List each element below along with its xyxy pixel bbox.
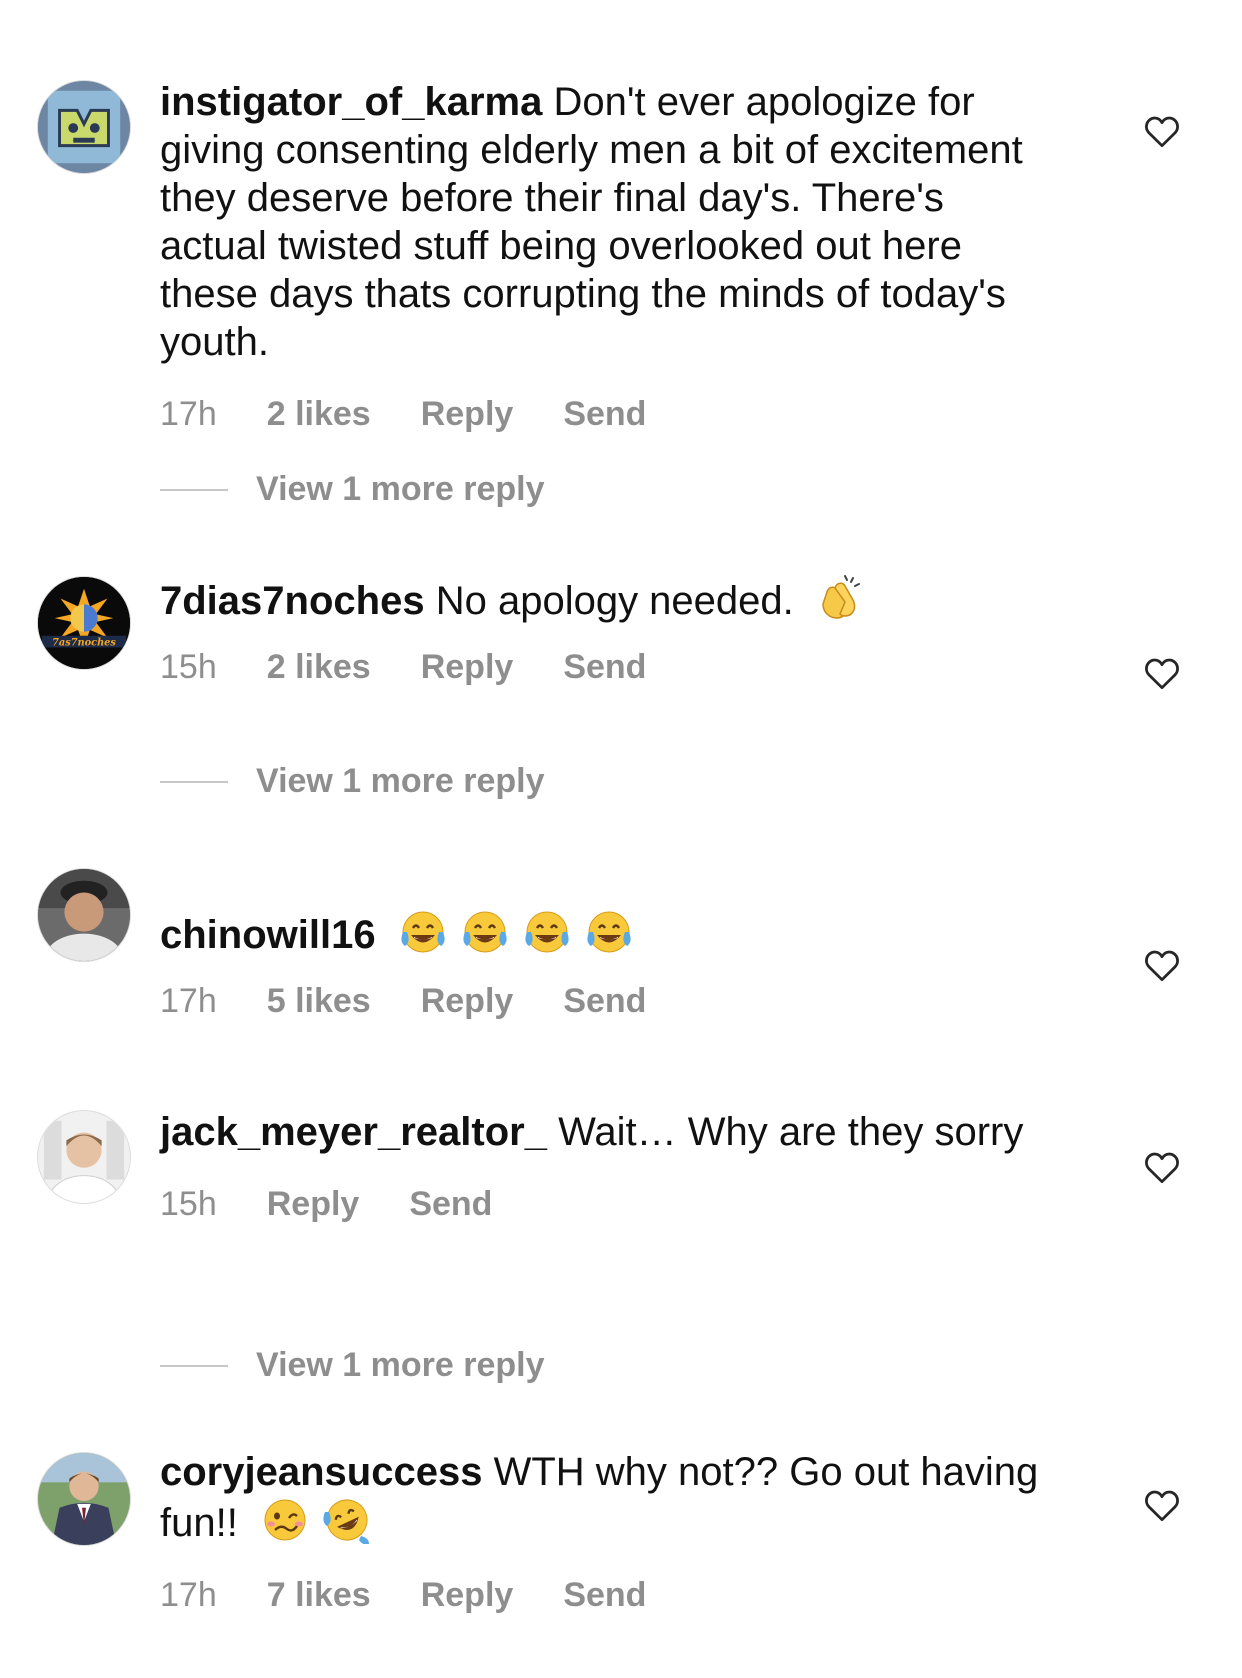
avatar[interactable] — [37, 1452, 131, 1546]
comment-username[interactable]: 7dias7noches — [160, 579, 425, 623]
reply-button[interactable]: Reply — [421, 390, 514, 438]
comment-text: jack_meyer_realtor_ Wait… Why are they s… — [160, 1108, 1060, 1156]
view-more-replies[interactable]: View 1 more reply — [160, 1346, 545, 1385]
heart-outline-icon[interactable] — [1143, 1150, 1181, 1184]
comment-likes[interactable]: 2 likes — [267, 643, 371, 691]
comment-username[interactable]: coryjeansuccess — [160, 1450, 482, 1494]
comment-username[interactable]: instigator_of_karma — [160, 80, 542, 124]
comment-text: 7dias7noches No apology needed. — [160, 574, 1060, 625]
send-button[interactable]: Send — [563, 643, 646, 691]
divider-line — [160, 488, 228, 491]
view-more-replies[interactable]: View 1 more reply — [160, 470, 545, 509]
comment-time: 17h — [160, 395, 217, 433]
comment-meta: 17h 5 likes Reply Send — [160, 977, 1060, 1025]
comment-text: instigator_of_karma Don't ever apologize… — [160, 78, 1060, 366]
view-more-replies[interactable]: View 1 more reply — [160, 762, 545, 801]
avatar[interactable] — [37, 80, 131, 174]
reply-button[interactable]: Reply — [421, 1571, 514, 1619]
send-button[interactable]: Send — [409, 1180, 492, 1228]
send-button[interactable]: Send — [563, 977, 646, 1025]
comment-meta: 15h Reply Send — [160, 1180, 1060, 1228]
divider-line — [160, 1364, 228, 1367]
comment-time: 15h — [160, 648, 217, 686]
reply-button[interactable]: Reply — [421, 977, 514, 1025]
avatar[interactable]: 7as7noches — [37, 576, 131, 670]
view-more-label: View 1 more reply — [256, 762, 545, 800]
comment-likes[interactable]: 5 likes — [267, 977, 371, 1025]
view-more-label: View 1 more reply — [256, 1346, 545, 1384]
send-button[interactable]: Send — [563, 1571, 646, 1619]
comment-body: No apology needed. — [435, 579, 794, 623]
comment-meta: 17h 7 likes Reply Send — [160, 1571, 1060, 1619]
tears-of-joy-icon — [583, 908, 635, 956]
reply-button[interactable]: Reply — [267, 1180, 360, 1228]
comment-time: 17h — [160, 982, 217, 1020]
comment-likes[interactable]: 7 likes — [267, 1571, 371, 1619]
comment-username[interactable]: jack_meyer_realtor_ — [160, 1110, 547, 1154]
tears-of-joy-icon — [521, 908, 573, 956]
comment-time: 15h — [160, 1185, 217, 1223]
heart-outline-icon[interactable] — [1143, 1488, 1181, 1522]
divider-line — [160, 780, 228, 783]
comment-body: Wait… Why are they sorry — [558, 1110, 1024, 1154]
comment-meta: 17h 2 likes Reply Send — [160, 390, 1060, 438]
comment-username[interactable]: chinowill16 — [160, 913, 376, 957]
send-button[interactable]: Send — [563, 390, 646, 438]
comment-likes[interactable]: 2 likes — [267, 390, 371, 438]
heart-outline-icon[interactable] — [1143, 114, 1181, 148]
comment-meta: 15h 2 likes Reply Send — [160, 643, 1060, 691]
comment-text: chinowill16 — [160, 908, 1060, 959]
comment-text: coryjeansuccess WTH why not?? Go out hav… — [160, 1448, 1060, 1547]
clapping-hands-icon — [815, 574, 863, 622]
heart-outline-icon[interactable] — [1143, 656, 1181, 690]
view-more-label: View 1 more reply — [256, 470, 545, 508]
avatar[interactable] — [37, 1110, 131, 1204]
tears-of-joy-icon — [459, 908, 511, 956]
rolling-on-floor-laughing-icon — [321, 1496, 373, 1544]
comment-time: 17h — [160, 1576, 217, 1614]
avatar[interactable] — [37, 868, 131, 962]
svg-text:7as7noches: 7as7noches — [52, 638, 116, 649]
heart-outline-icon[interactable] — [1143, 948, 1181, 982]
woozy-face-icon — [259, 1496, 311, 1544]
tears-of-joy-icon — [397, 908, 449, 956]
reply-button[interactable]: Reply — [421, 643, 514, 691]
